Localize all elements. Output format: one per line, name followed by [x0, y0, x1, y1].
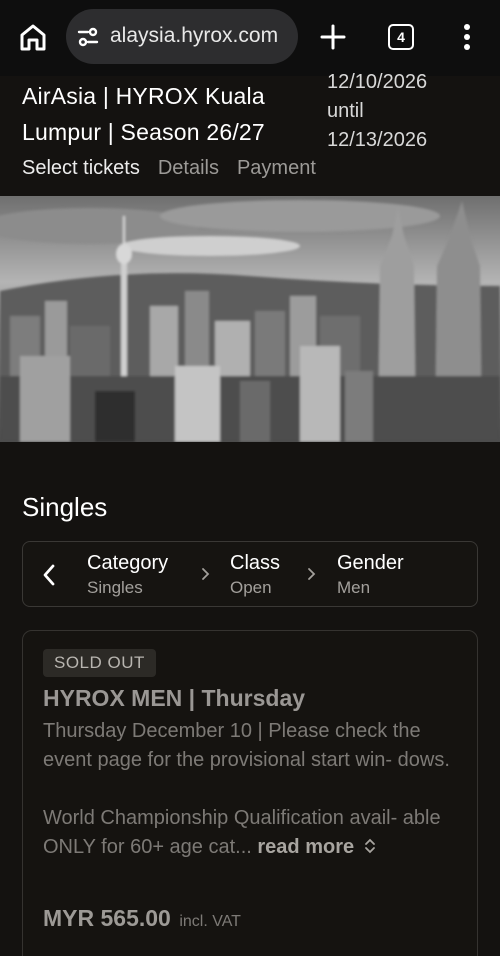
url-text[interactable]: alaysia.hyrox.com [110, 24, 290, 48]
vat-note: incl. VAT [179, 913, 241, 930]
section-title: Singles [22, 492, 108, 522]
event-dates: 12/10/2026 until 12/13/2026 [327, 68, 497, 155]
hero-image [0, 196, 500, 442]
unfold-icon[interactable] [364, 838, 376, 854]
read-more-link[interactable]: read more [257, 836, 375, 858]
chevron-right-icon [199, 566, 211, 582]
date-end: 12/13/2026 [327, 129, 428, 151]
breadcrumb-category-value: Singles [87, 578, 143, 597]
ticket-filter-breadcrumb: Category Singles Class Open Gender Men [22, 541, 478, 607]
plus-icon[interactable] [318, 22, 348, 52]
date-separator: until [327, 100, 364, 122]
breadcrumb-category-label: Category [87, 552, 169, 574]
ticket-title: HYROX MEN | Thursday [43, 685, 306, 711]
breadcrumb-gender[interactable]: Gender Men [337, 551, 404, 601]
ticket-description: Thursday December 10 | Please check the … [43, 717, 463, 862]
status-badge: SOLD OUT [43, 649, 156, 677]
ticket-price: MYR 565.00 [43, 905, 171, 931]
more-vert-icon[interactable] [455, 22, 479, 52]
ticket-desc-text: World Championship Qualification avail- … [43, 807, 441, 858]
checkout-steps: Select tickets Details Payment [22, 157, 316, 185]
tab-switcher-button[interactable]: 4 [388, 24, 414, 50]
step-select-tickets[interactable]: Select tickets [22, 157, 140, 185]
tune-icon[interactable] [76, 25, 100, 49]
price-row: MYR 565.00 incl. VAT [43, 905, 241, 932]
date-start: 12/10/2026 [327, 71, 428, 93]
event-title: AirAsia | HYROX Kuala Lumpur | Season 26… [22, 83, 265, 145]
read-more-label[interactable]: read more [257, 836, 354, 858]
breadcrumb-gender-label: Gender [337, 552, 404, 574]
ticket-card: SOLD OUT HYROX MEN | Thursday Thursday D… [22, 630, 478, 956]
breadcrumb-gender-value: Men [337, 578, 371, 597]
step-payment[interactable]: Payment [237, 157, 316, 185]
ticket-desc-line2: World Championship Qualification avail- … [43, 804, 463, 862]
step-details[interactable]: Details [158, 157, 219, 185]
breadcrumb-class-label: Class [230, 552, 281, 574]
breadcrumb-class[interactable]: Class Open [230, 551, 280, 601]
breadcrumb-class-value: Open [230, 578, 272, 597]
home-icon[interactable] [16, 20, 50, 54]
breadcrumb-category[interactable]: Category Singles [87, 551, 168, 601]
chevron-left-icon[interactable] [39, 562, 59, 588]
ticket-desc-line1: Thursday December 10 | Please check the … [43, 720, 450, 771]
browser-toolbar: alaysia.hyrox.com 4 [0, 0, 500, 76]
address-bar[interactable]: alaysia.hyrox.com [66, 9, 298, 64]
chevron-right-icon [305, 566, 317, 582]
